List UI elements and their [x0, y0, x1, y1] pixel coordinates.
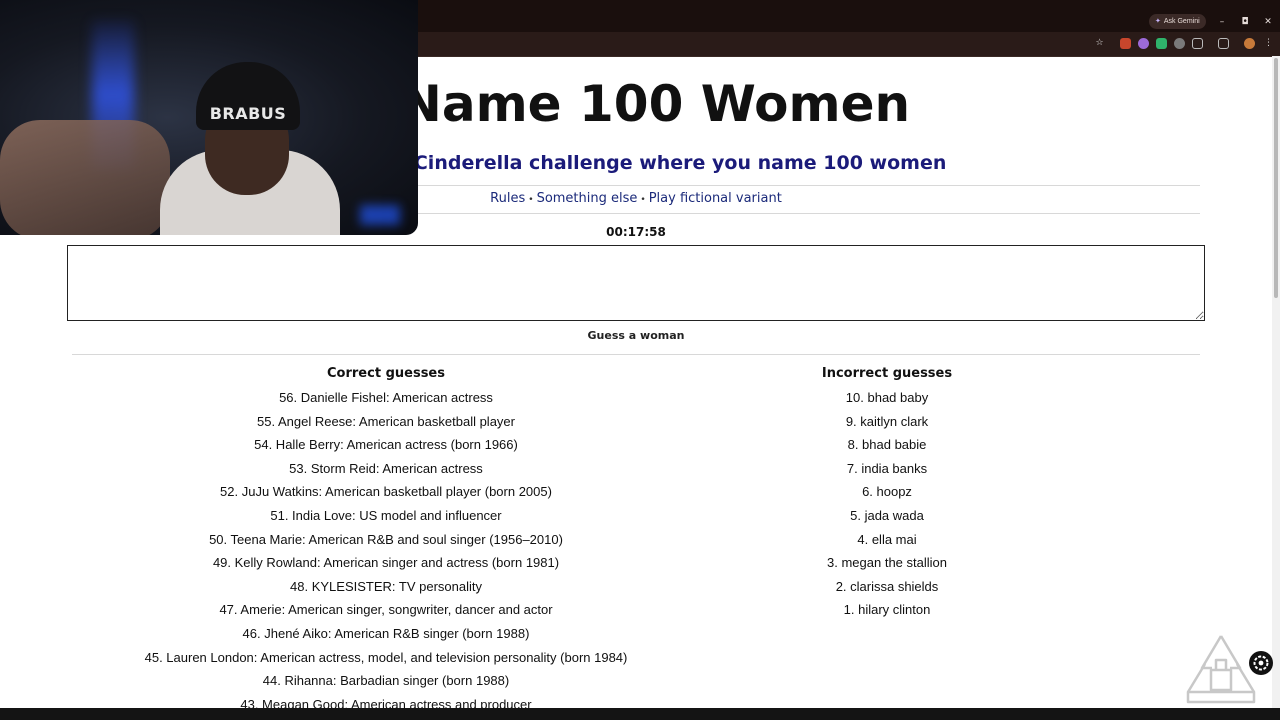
- correct-item: 55. Angel Reese: American basketball pla…: [257, 413, 515, 429]
- incorrect-item: 4. ella mai: [857, 531, 917, 547]
- minimize-button[interactable]: –: [1215, 15, 1229, 29]
- settings-button[interactable]: [1249, 651, 1273, 675]
- incorrect-item: 10. bhad baby: [845, 390, 929, 405]
- correct-item: 54. Halle Berry: American actress (born …: [254, 437, 518, 453]
- correct-guesses-heading: Correct guesses: [327, 366, 445, 381]
- incorrect-item: 9. kaitlyn clark: [845, 413, 929, 429]
- page-title: Name 100 Women: [400, 75, 911, 133]
- incorrect-item: 1. hilary clinton: [843, 602, 931, 618]
- incorrect-item: 5. jada wada: [850, 507, 924, 523]
- incorrect-item: 7. india banks: [846, 460, 928, 476]
- menu-icon[interactable]: ⋮: [1263, 38, 1274, 49]
- pillow: [0, 120, 170, 235]
- correct-item: 51. India Love: US model and influencer: [270, 507, 502, 523]
- profile-icon[interactable]: [1244, 38, 1255, 49]
- extension-icon[interactable]: [1174, 38, 1185, 49]
- rules-link[interactable]: Rules: [490, 191, 525, 206]
- correct-item: 53. Storm Reid: American actress: [289, 460, 483, 476]
- keyboard-light: [360, 205, 400, 225]
- correct-item: 50. Teena Marie: American R&B and soul s…: [209, 531, 563, 547]
- webcam-overlay: BRABUS: [0, 0, 418, 235]
- something-else-link[interactable]: Something else: [537, 191, 638, 206]
- ask-gemini-button[interactable]: ✦ Ask Gemini: [1149, 14, 1206, 29]
- correct-item: 48. KYLESISTER: TV personality: [290, 578, 482, 594]
- nav-separator: •: [640, 195, 646, 205]
- extension-icon[interactable]: [1156, 38, 1167, 49]
- correct-item: 49. Kelly Rowland: American singer and a…: [212, 555, 560, 571]
- incorrect-guesses-heading: Incorrect guesses: [821, 366, 953, 381]
- correct-guesses-list: 56. Danielle Fishel: American actress 55.…: [86, 386, 686, 716]
- divider: [72, 354, 1200, 355]
- sidebar-icon[interactable]: [1218, 38, 1229, 49]
- bottom-bar: [0, 708, 1280, 720]
- correct-item: 47. Amerie: American singer, songwriter,…: [219, 602, 553, 618]
- incorrect-item: 3. megan the stallion: [827, 555, 947, 571]
- incorrect-item: 6. hoopz: [862, 484, 912, 500]
- correct-item: 46. Jhené Aiko: American R&B singer (bor…: [242, 625, 530, 641]
- restore-button[interactable]: ◘: [1238, 15, 1252, 29]
- incorrect-guesses-list: 10. bhad baby 9. kaitlyn clark 8. bhad bab…: [737, 386, 1037, 622]
- scrollbar-thumb[interactable]: [1274, 58, 1278, 298]
- guess-input[interactable]: [67, 245, 1205, 321]
- beanie-logo-text: BRABUS: [209, 104, 287, 123]
- correct-item: 45. Lauren London: American actress, mod…: [144, 649, 628, 665]
- close-window-button[interactable]: ✕: [1261, 15, 1275, 29]
- extension-icon[interactable]: [1120, 38, 1131, 49]
- ask-gemini-label: Ask Gemini: [1163, 18, 1200, 25]
- correct-item: 44. Rihanna: Barbadian singer (born 1988…: [262, 673, 510, 689]
- gemini-spark-icon: ✦: [1155, 18, 1161, 25]
- incorrect-item: 8. bhad babie: [847, 437, 927, 453]
- puzzle-icon[interactable]: [1192, 38, 1203, 49]
- incorrect-item: 2. clarissa shields: [835, 578, 939, 594]
- correct-item: 52. JuJu Watkins: American basketball pl…: [220, 484, 552, 500]
- nav-separator: •: [528, 195, 534, 205]
- correct-item: 56. Danielle Fishel: American actress: [279, 390, 493, 405]
- guess-label: Guess a woman: [587, 329, 685, 342]
- star-icon[interactable]: ☆: [1094, 38, 1105, 49]
- extension-icon[interactable]: [1138, 38, 1149, 49]
- fictional-variant-link[interactable]: Play fictional variant: [649, 191, 782, 206]
- settings-icon: [1253, 655, 1269, 671]
